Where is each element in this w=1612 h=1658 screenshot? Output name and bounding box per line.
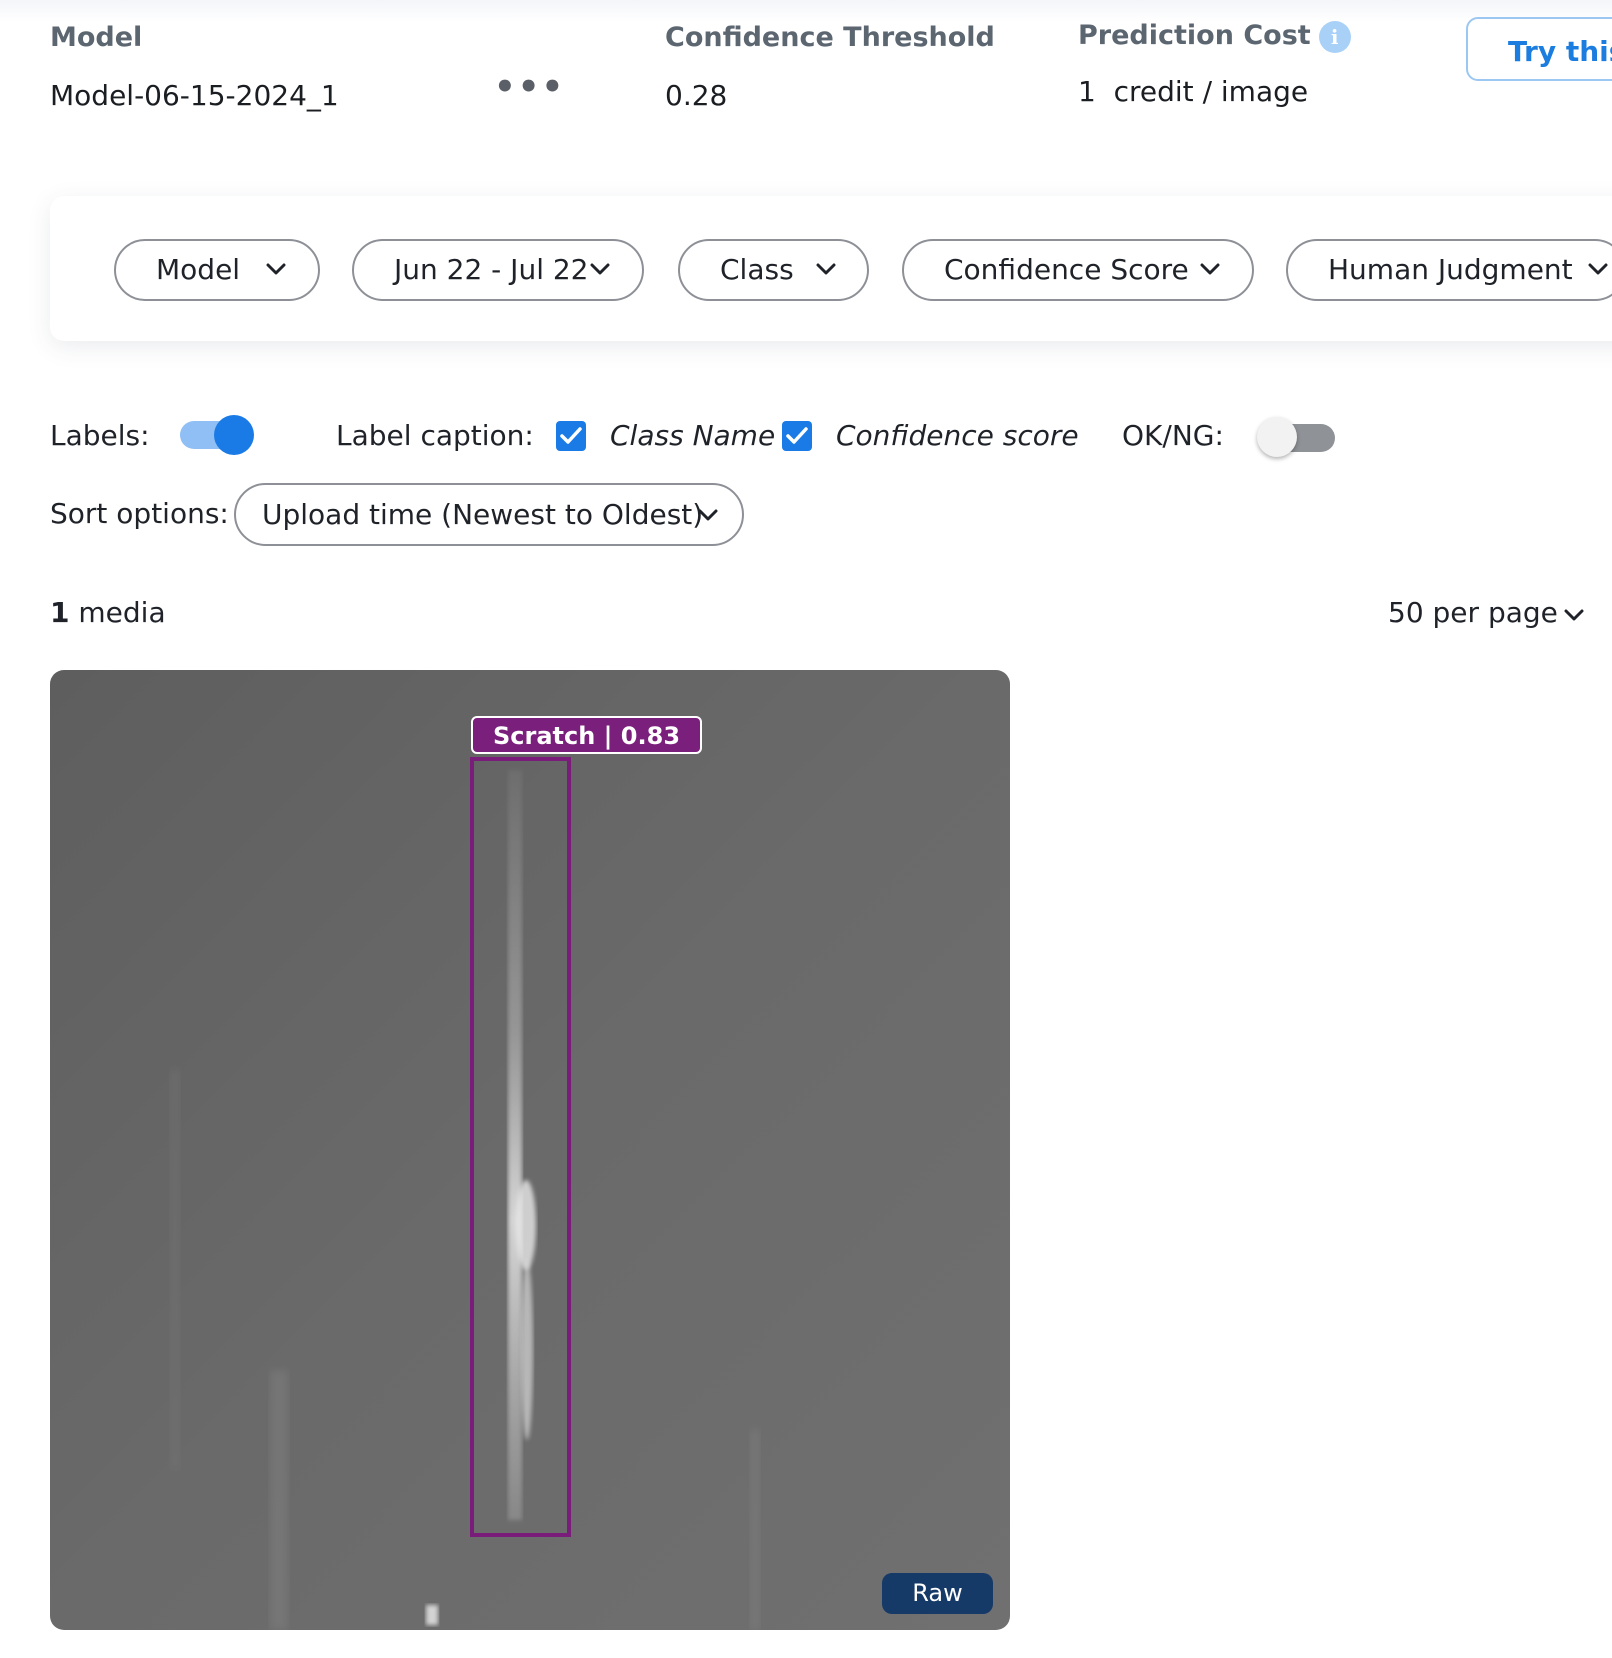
chevron-down-icon: [590, 263, 610, 275]
media-count-suffix: media: [78, 596, 166, 629]
labels-toggle[interactable]: [180, 415, 254, 455]
sort-select-value: Upload time (Newest to Oldest): [262, 498, 704, 531]
labels-label: Labels:: [50, 419, 150, 452]
prediction-bounding-box[interactable]: [470, 757, 571, 1537]
model-label: Model: [50, 22, 143, 53]
class-name-checkbox[interactable]: [556, 421, 586, 451]
raw-view-badge[interactable]: Raw: [882, 1573, 993, 1614]
cost-value: 1 credit / image: [1078, 74, 1309, 108]
check-icon: [560, 427, 582, 444]
filter-class-label: Class: [720, 253, 794, 286]
media-count: 1 media: [50, 596, 166, 629]
confidence-score-checkbox[interactable]: [782, 421, 812, 451]
okng-label: OK/NG:: [1122, 419, 1224, 452]
confidence-score-label: Confidence score: [836, 419, 1079, 452]
filter-human-judgment[interactable]: Human Judgment: [1286, 239, 1612, 301]
per-page-value: 50 per page: [1388, 596, 1558, 629]
label-caption-label: Label caption:: [336, 419, 534, 452]
check-icon: [786, 427, 808, 444]
cost-field: Prediction Cost i 1 credit / image: [1078, 20, 1351, 108]
chevron-down-icon: [816, 263, 836, 275]
filter-model-label: Model: [156, 253, 241, 286]
sort-select[interactable]: Upload time (Newest to Oldest): [234, 483, 744, 546]
chevron-down-icon: [266, 263, 286, 275]
info-icon[interactable]: i: [1318, 20, 1351, 53]
filter-confidence-score[interactable]: Confidence Score: [902, 239, 1254, 301]
filter-judgment-label: Human Judgment: [1328, 253, 1573, 286]
more-horizontal-icon[interactable]: •••: [494, 70, 565, 104]
prediction-label: Scratch | 0.83: [471, 716, 703, 754]
per-page-select[interactable]: 50 per page: [1388, 596, 1584, 629]
cost-label: Prediction Cost: [1078, 20, 1311, 51]
threshold-field: Confidence Threshold 0.28: [665, 22, 995, 112]
threshold-value: 0.28: [665, 79, 728, 112]
filter-date-label: Jun 22 - Jul 22: [394, 253, 589, 286]
media-image-card[interactable]: Scratch | 0.83 Raw: [50, 670, 1010, 1630]
filter-date-range[interactable]: Jun 22 - Jul 22: [352, 239, 644, 301]
chevron-down-icon: [1588, 263, 1608, 275]
model-value: Model-06-15-2024_1: [50, 79, 339, 112]
media-count-number: 1: [50, 596, 70, 629]
model-field: Model Model-06-15-2024_1: [50, 22, 339, 112]
filter-bar: Model Jun 22 - Jul 22 Class Confidence S…: [50, 196, 1612, 341]
filter-model[interactable]: Model: [114, 239, 320, 301]
filter-class[interactable]: Class: [678, 239, 869, 301]
filter-confidence-label: Confidence Score: [944, 253, 1189, 286]
chevron-down-icon: [1564, 609, 1584, 621]
chevron-down-icon: [1200, 263, 1220, 275]
try-this-button[interactable]: Try this: [1466, 17, 1612, 81]
chevron-down-icon: [698, 509, 718, 521]
okng-toggle[interactable]: [1257, 417, 1335, 457]
threshold-label: Confidence Threshold: [665, 22, 995, 53]
sort-options-label: Sort options:: [50, 497, 229, 530]
class-name-label: Class Name: [610, 419, 776, 452]
